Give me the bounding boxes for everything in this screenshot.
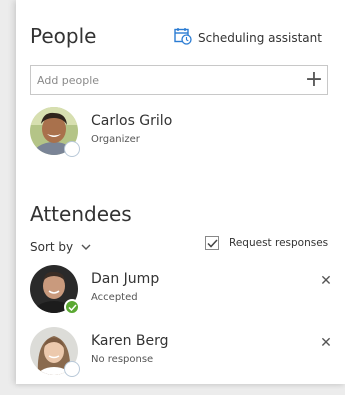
response-status: Accepted xyxy=(91,292,138,303)
close-icon[interactable]: ✕ xyxy=(318,335,334,351)
person-role: Organizer xyxy=(91,134,140,145)
chevron-down-icon xyxy=(81,240,91,254)
status-indicator xyxy=(64,361,80,377)
attendee-item[interactable]: Karen Berg No response ✕ xyxy=(30,327,332,377)
person-name: Karen Berg xyxy=(91,333,169,349)
sort-by-label: Sort by xyxy=(30,240,74,254)
person-name: Dan Jump xyxy=(91,271,160,287)
response-status: No response xyxy=(91,354,154,365)
attendee-item[interactable]: Dan Jump Accepted ✕ xyxy=(30,265,332,315)
people-heading: People xyxy=(30,24,97,48)
organizer-item[interactable]: Carlos Grilo Organizer xyxy=(30,107,330,157)
status-indicator xyxy=(64,141,80,157)
plus-icon[interactable]: + xyxy=(301,66,327,94)
request-responses-label: Request responses xyxy=(229,237,329,249)
attendees-heading: Attendees xyxy=(30,202,132,226)
check-icon xyxy=(64,299,80,315)
add-people-input[interactable] xyxy=(37,73,301,87)
person-name: Carlos Grilo xyxy=(91,113,173,129)
add-people-field: + xyxy=(30,65,328,95)
request-responses-toggle[interactable]: Request responses xyxy=(205,236,328,250)
scheduling-assistant-label: Scheduling assistant xyxy=(198,30,322,45)
calendar-clock-icon xyxy=(174,27,198,48)
request-responses-checkbox[interactable] xyxy=(205,236,219,250)
close-icon[interactable]: ✕ xyxy=(318,273,334,289)
sort-by-button[interactable]: Sort by xyxy=(30,240,91,254)
people-panel: People Scheduling assistant + xyxy=(16,0,345,384)
scheduling-assistant-button[interactable]: Scheduling assistant xyxy=(174,27,322,48)
